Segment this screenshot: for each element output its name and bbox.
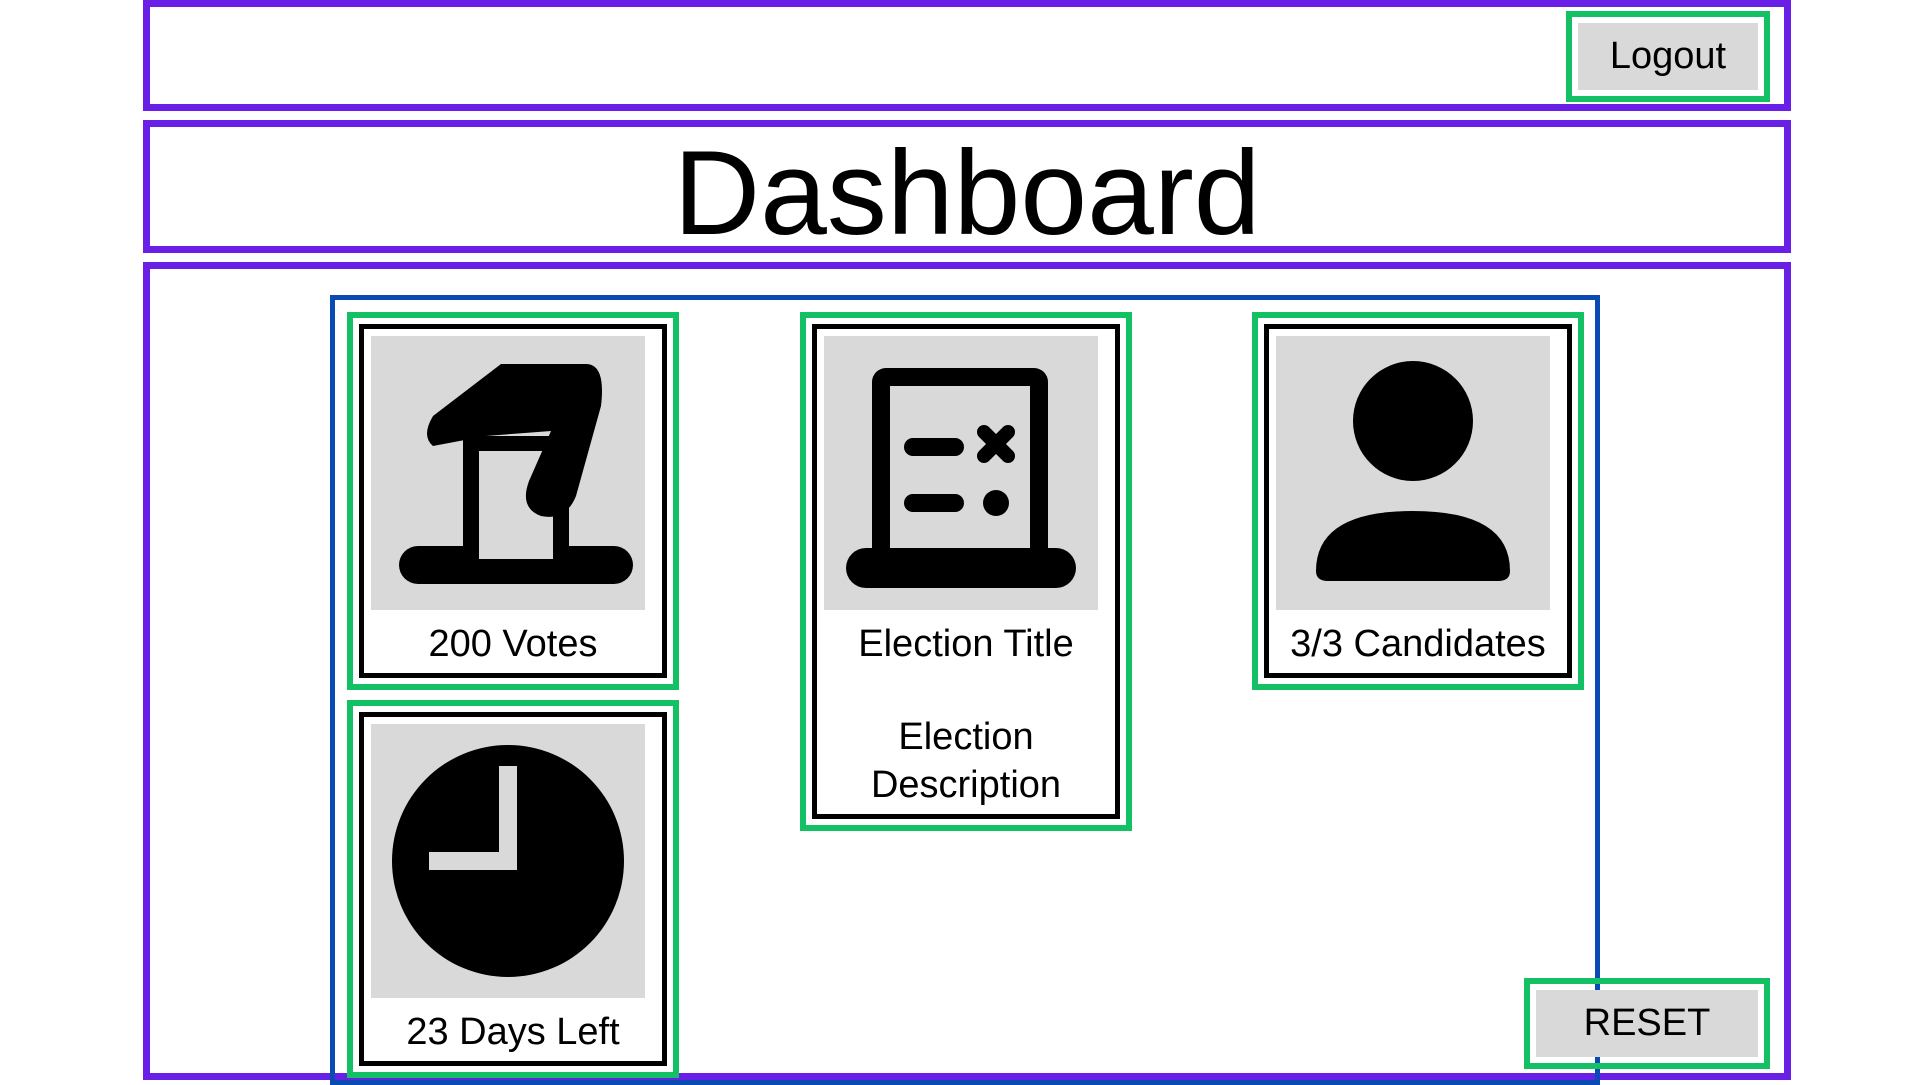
election-card-body: Election Title Election Description: [812, 324, 1120, 819]
votes-card-body: 200 Votes: [359, 324, 667, 678]
votes-card[interactable]: 200 Votes: [347, 312, 679, 690]
reset-button-frame: RESET: [1524, 978, 1770, 1069]
reset-button[interactable]: RESET: [1536, 990, 1758, 1057]
person-icon: [1276, 336, 1550, 610]
time-left-card[interactable]: 23 Days Left: [347, 700, 679, 1078]
header-bar: [143, 0, 1791, 111]
ballot-box-icon: [371, 336, 645, 610]
candidates-card-body: 3/3 Candidates: [1264, 324, 1572, 678]
election-card[interactable]: Election Title Election Description: [800, 312, 1132, 831]
days-left: 23 Days Left: [406, 1011, 620, 1053]
ballot-icon: [824, 336, 1098, 610]
candidates-count: 3/3 Candidates: [1290, 623, 1546, 665]
election-description: Election Description: [870, 716, 1062, 806]
votes-count: 200 Votes: [428, 623, 598, 665]
logout-button[interactable]: Logout: [1578, 23, 1758, 90]
title-bar: Dashboard: [143, 120, 1791, 253]
logout-button-frame: Logout: [1566, 11, 1770, 102]
candidates-card[interactable]: 3/3 Candidates: [1252, 312, 1584, 690]
time-left-card-body: 23 Days Left: [359, 712, 667, 1066]
page-title: Dashboard: [673, 126, 1261, 260]
election-title: Election Title: [858, 623, 1074, 665]
clock-icon: [371, 724, 645, 998]
